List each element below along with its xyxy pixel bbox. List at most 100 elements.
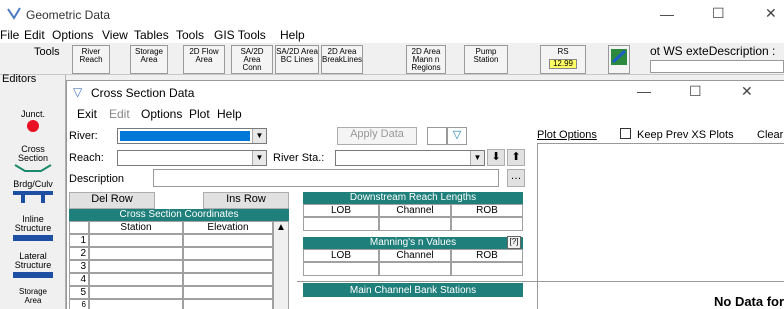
xs-close-icon[interactable]: ✕ — [741, 83, 753, 100]
row-number: 4 — [69, 273, 89, 286]
reach-dropdown-icon[interactable]: ▼ — [252, 151, 266, 165]
elevation-cell[interactable] — [183, 273, 273, 286]
map-icon — [610, 49, 628, 68]
bank-stations-title: Main Channel Bank Stations — [303, 283, 523, 297]
river-reach-label: River Reach — [79, 47, 103, 64]
menu-gis-tools[interactable]: GIS Tools — [214, 28, 266, 42]
xs-toggle-icon[interactable]: ▽ — [447, 127, 467, 145]
elevation-cell[interactable] — [183, 247, 273, 260]
downstream-rob-input[interactable] — [451, 217, 523, 231]
river-dropdown-icon[interactable]: ▼ — [252, 129, 266, 143]
sa-2d-conn-button[interactable]: SA/2D Area Conn — [231, 45, 273, 74]
lateral-structure-tool[interactable]: Lateral Structure — [2, 252, 64, 282]
plot-options-link[interactable]: Plot Options — [537, 129, 597, 141]
menu-edit[interactable]: Edit — [24, 28, 45, 42]
mannings-lob-input[interactable] — [303, 262, 379, 276]
ins-row-button[interactable]: Ins Row — [203, 192, 289, 209]
menu-tools[interactable]: Tools — [176, 28, 204, 42]
cross-section-tool[interactable]: Cross Section — [2, 145, 64, 175]
description-input[interactable] — [153, 169, 499, 187]
plot-toggle-icon[interactable] — [427, 127, 447, 145]
mannings-title: Manning's n Values — [303, 237, 523, 249]
apply-data-button[interactable]: Apply Data — [337, 127, 417, 145]
app-icon — [6, 6, 22, 25]
coords-scrollbar[interactable]: ▲ — [273, 221, 289, 309]
xs-minimize-icon[interactable]: — — [637, 83, 651, 99]
clear-button[interactable]: Clear — [757, 129, 783, 141]
river-sta-combo[interactable]: ▼ — [335, 150, 485, 166]
breaklines-button[interactable]: 2D Area BreakLines — [321, 45, 363, 74]
inline-structure-tool[interactable]: Inline Structure — [2, 215, 64, 245]
plot-bottom-divider — [297, 281, 784, 282]
keep-prev-checkbox[interactable] — [620, 128, 631, 139]
rs-button[interactable]: RS 12.99 — [540, 45, 586, 74]
xs-menu-exit[interactable]: Exit — [77, 107, 97, 121]
description-more-button[interactable]: … — [507, 169, 525, 187]
storage-area-button[interactable]: Storage Area — [130, 45, 168, 74]
bridge-culvert-tool[interactable]: Brdg/Culv — [2, 180, 64, 205]
elevation-cell[interactable] — [183, 260, 273, 273]
elevation-cell[interactable] — [183, 234, 273, 247]
reach-combo[interactable]: ▼ — [117, 150, 267, 166]
elevation-cell[interactable] — [183, 286, 273, 299]
xs-maximize-icon[interactable]: ☐ — [689, 83, 702, 100]
flow-2d-area-button[interactable]: 2D Flow Area — [183, 45, 225, 74]
row-number: 5 — [69, 286, 89, 299]
elevation-cell[interactable] — [183, 299, 273, 309]
station-cell[interactable] — [89, 247, 183, 260]
xs-menu-edit[interactable]: Edit — [109, 107, 130, 121]
downstream-lob-header: LOB — [303, 204, 379, 217]
app-title: Geometric Data — [26, 8, 111, 22]
inline-structure-icon — [11, 235, 55, 245]
station-cell[interactable] — [89, 299, 183, 309]
inline-structure-label: Inline Structure — [14, 214, 52, 233]
xs-plot-area[interactable]: No Data for — [537, 143, 784, 309]
station-cell[interactable] — [89, 286, 183, 299]
xs-menu-plot[interactable]: Plot — [189, 107, 210, 121]
river-reach-button[interactable]: River Reach — [72, 45, 110, 74]
xs-menu-help[interactable]: Help — [217, 107, 242, 121]
downstream-lob-input[interactable] — [303, 217, 379, 231]
storage-area-tool[interactable]: Storage Area — [2, 287, 64, 305]
downstream-channel-input[interactable] — [379, 217, 451, 231]
mannings-help-icon[interactable]: [?] — [507, 236, 521, 249]
bridge-culvert-label: Brdg/Culv — [13, 179, 53, 189]
cross-section-icon — [13, 164, 53, 175]
menu-tables[interactable]: Tables — [134, 28, 169, 42]
mannings-rob-input[interactable] — [451, 262, 523, 276]
menu-file[interactable]: File — [0, 28, 19, 42]
xs-menu-options[interactable]: Options — [141, 107, 182, 121]
map-button[interactable] — [608, 45, 630, 74]
river-label: River: — [69, 130, 98, 142]
xs-window-title: Cross Section Data — [91, 86, 195, 100]
menu-options[interactable]: Options — [52, 28, 93, 42]
menu-view[interactable]: View — [102, 28, 128, 42]
main-menubar: File Edit Options View Tables Tools GIS … — [0, 28, 784, 43]
mannings-channel-input[interactable] — [379, 262, 451, 276]
station-cell[interactable] — [89, 234, 183, 247]
mannings-channel-header: Channel — [379, 249, 451, 262]
main-titlebar: Geometric Data — ☐ ✕ — [0, 0, 784, 30]
pump-station-button[interactable]: Pump Station — [464, 45, 508, 74]
mann-n-regions-button[interactable]: 2D Area Mann n Regions — [406, 45, 446, 74]
close-icon[interactable]: ✕ — [765, 5, 777, 22]
station-cell[interactable] — [89, 273, 183, 286]
xs-window-icon: ▽ — [73, 85, 83, 99]
next-station-button[interactable]: ⬇ — [487, 149, 505, 166]
description-field[interactable] — [650, 60, 784, 73]
prev-station-button[interactable]: ⬆ — [507, 149, 525, 166]
river-sta-dropdown-icon[interactable]: ▼ — [470, 151, 484, 165]
bridge-icon — [11, 191, 55, 205]
row-number: 3 — [69, 260, 89, 273]
rs-value: 12.99 — [548, 59, 578, 69]
minimize-icon[interactable]: — — [660, 6, 674, 22]
reach-label: Reach: — [69, 152, 104, 164]
ins-row-label: Ins Row — [226, 193, 266, 205]
sa-2d-bc-lines-button[interactable]: SA/2D Area BC Lines — [275, 45, 319, 74]
maximize-icon[interactable]: ☐ — [712, 5, 725, 22]
del-row-button[interactable]: Del Row — [69, 192, 155, 209]
menu-help[interactable]: Help — [280, 28, 305, 42]
station-cell[interactable] — [89, 260, 183, 273]
river-combo[interactable]: ▼ — [117, 128, 267, 144]
junction-tool[interactable]: Junct. — [2, 110, 64, 135]
